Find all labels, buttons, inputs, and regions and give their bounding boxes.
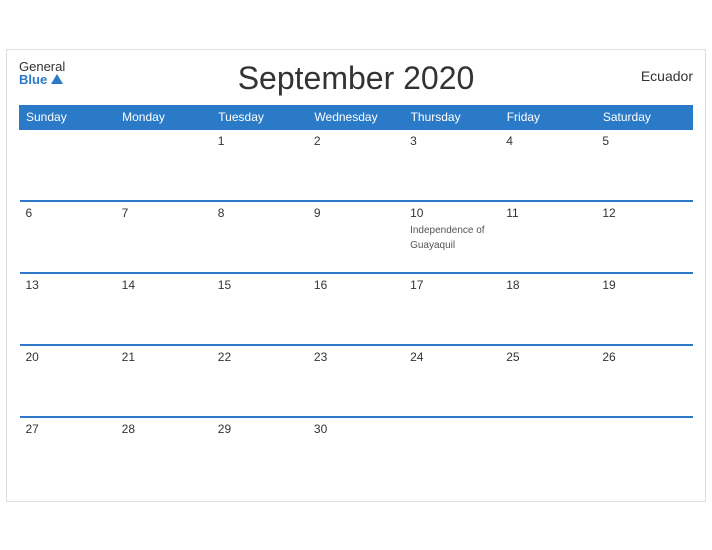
day-number: 22	[218, 350, 302, 364]
calendar-cell: 25	[500, 345, 596, 417]
logo-blue-text: Blue	[19, 73, 47, 86]
calendar-title: September 2020	[238, 60, 475, 97]
calendar-cell	[500, 417, 596, 489]
day-number: 13	[26, 278, 110, 292]
calendar-cell: 28	[116, 417, 212, 489]
calendar-cell: 24	[404, 345, 500, 417]
calendar-cell: 29	[212, 417, 308, 489]
day-number: 24	[410, 350, 494, 364]
calendar-cell: 7	[116, 201, 212, 273]
day-number: 26	[602, 350, 686, 364]
calendar-cell: 27	[20, 417, 116, 489]
day-number: 20	[26, 350, 110, 364]
calendar-cell: 6	[20, 201, 116, 273]
day-number: 2	[314, 134, 398, 148]
weekday-header-tuesday: Tuesday	[212, 105, 308, 129]
day-number: 16	[314, 278, 398, 292]
weekday-header-sunday: Sunday	[20, 105, 116, 129]
calendar-cell	[596, 417, 692, 489]
calendar-cell: 19	[596, 273, 692, 345]
day-number: 5	[602, 134, 686, 148]
day-number: 30	[314, 422, 398, 436]
calendar-cell: 5	[596, 129, 692, 201]
day-number: 25	[506, 350, 590, 364]
day-number: 4	[506, 134, 590, 148]
calendar-cell: 17	[404, 273, 500, 345]
day-number: 28	[122, 422, 206, 436]
logo-triangle-icon	[51, 74, 63, 84]
logo-general-text: General	[19, 60, 65, 73]
calendar-header: General Blue September 2020 Ecuador	[19, 60, 693, 97]
calendar-cell: 21	[116, 345, 212, 417]
calendar-cell: 30	[308, 417, 404, 489]
day-number: 14	[122, 278, 206, 292]
day-number: 21	[122, 350, 206, 364]
day-number: 23	[314, 350, 398, 364]
day-number: 11	[506, 206, 590, 220]
logo: General Blue	[19, 60, 65, 86]
day-number: 18	[506, 278, 590, 292]
calendar-cell: 4	[500, 129, 596, 201]
calendar-cell: 10 Independence of Guayaquil	[404, 201, 500, 273]
calendar-cell: 26	[596, 345, 692, 417]
day-number: 29	[218, 422, 302, 436]
calendar-cell: 1	[212, 129, 308, 201]
calendar-container: General Blue September 2020 Ecuador Sund…	[6, 49, 706, 502]
week-row-4: 27 28 29 30	[20, 417, 693, 489]
week-row-3: 20 21 22 23 24 25 26	[20, 345, 693, 417]
calendar-cell	[116, 129, 212, 201]
calendar-cell: 12	[596, 201, 692, 273]
calendar-cell: 20	[20, 345, 116, 417]
calendar-cell: 3	[404, 129, 500, 201]
weekday-header-thursday: Thursday	[404, 105, 500, 129]
calendar-cell: 16	[308, 273, 404, 345]
weekday-header-friday: Friday	[500, 105, 596, 129]
calendar-cell: 2	[308, 129, 404, 201]
week-row-0: 12345	[20, 129, 693, 201]
day-number: 8	[218, 206, 302, 220]
day-number: 27	[26, 422, 110, 436]
country-label: Ecuador	[641, 68, 693, 84]
calendar-cell: 14	[116, 273, 212, 345]
calendar-cell: 23	[308, 345, 404, 417]
day-number: 10	[410, 206, 494, 220]
calendar-cell: 9	[308, 201, 404, 273]
calendar-cell: 15	[212, 273, 308, 345]
day-number: 7	[122, 206, 206, 220]
weekday-header-saturday: Saturday	[596, 105, 692, 129]
weekday-header-row: SundayMondayTuesdayWednesdayThursdayFrid…	[20, 105, 693, 129]
calendar-grid: SundayMondayTuesdayWednesdayThursdayFrid…	[19, 105, 693, 489]
calendar-cell	[20, 129, 116, 201]
calendar-cell: 11	[500, 201, 596, 273]
day-number: 9	[314, 206, 398, 220]
calendar-cell: 13	[20, 273, 116, 345]
day-number: 6	[26, 206, 110, 220]
day-number: 12	[602, 206, 686, 220]
day-number: 15	[218, 278, 302, 292]
weekday-header-monday: Monday	[116, 105, 212, 129]
calendar-cell: 18	[500, 273, 596, 345]
logo-blue-container: Blue	[19, 73, 65, 86]
day-number: 19	[602, 278, 686, 292]
week-row-2: 13 14 15 16 17 18 19	[20, 273, 693, 345]
calendar-cell: 8	[212, 201, 308, 273]
calendar-cell: 22	[212, 345, 308, 417]
week-row-1: 6789 10 Independence of Guayaquil 11 12	[20, 201, 693, 273]
day-number: 3	[410, 134, 494, 148]
calendar-cell	[404, 417, 500, 489]
day-number: 1	[218, 134, 302, 148]
holiday-name: Independence of Guayaquil	[410, 225, 485, 251]
weekday-header-wednesday: Wednesday	[308, 105, 404, 129]
day-number: 17	[410, 278, 494, 292]
